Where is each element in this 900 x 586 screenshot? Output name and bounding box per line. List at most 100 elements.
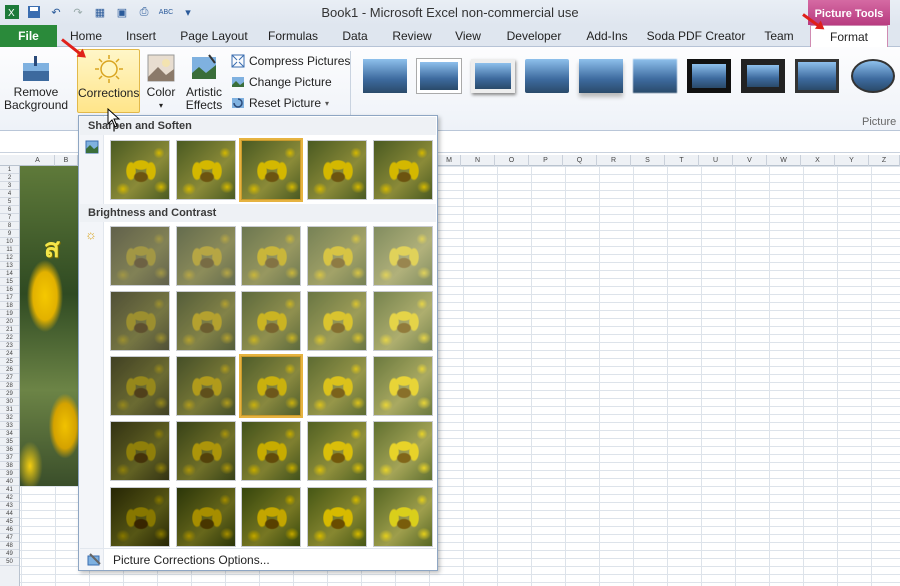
style-white-frame[interactable]: [416, 58, 462, 94]
inserted-picture[interactable]: [20, 166, 78, 486]
brightness-preset-r4c3[interactable]: [241, 421, 301, 481]
row-header[interactable]: 11: [0, 246, 19, 254]
tab-insert[interactable]: Insert: [116, 25, 166, 47]
col-header[interactable]: U: [699, 155, 733, 166]
tab-page-layout[interactable]: Page Layout: [175, 25, 253, 47]
row-header[interactable]: 28: [0, 382, 19, 390]
col-header[interactable]: M: [438, 155, 461, 166]
change-picture-button[interactable]: Change Picture: [231, 73, 332, 91]
row-header[interactable]: 27: [0, 374, 19, 382]
col-header[interactable]: Z: [869, 155, 900, 166]
brightness-preset-r1c1[interactable]: [110, 226, 170, 286]
brightness-preset-r3c5[interactable]: [373, 356, 433, 416]
col-header[interactable]: A: [21, 155, 55, 166]
brightness-preset-r2c1[interactable]: [110, 291, 170, 351]
brightness-preset-r5c5[interactable]: [373, 487, 433, 547]
row-header[interactable]: 26: [0, 366, 19, 374]
row-header[interactable]: 38: [0, 462, 19, 470]
brightness-preset-r1c4[interactable]: [307, 226, 367, 286]
row-header[interactable]: 25: [0, 358, 19, 366]
col-header[interactable]: P: [529, 155, 563, 166]
row-header[interactable]: 15: [0, 278, 19, 286]
row-header[interactable]: 46: [0, 526, 19, 534]
row-header[interactable]: 16: [0, 286, 19, 294]
brightness-preset-r5c2[interactable]: [176, 487, 236, 547]
row-header[interactable]: 41: [0, 486, 19, 494]
tab-view[interactable]: View: [448, 25, 488, 47]
sharpen-preset-1[interactable]: [110, 140, 170, 200]
tab-add-ins[interactable]: Add-Ins: [580, 25, 634, 47]
brightness-preset-r5c3[interactable]: [241, 487, 301, 547]
row-header[interactable]: 48: [0, 542, 19, 550]
row-header[interactable]: 19: [0, 310, 19, 318]
sharpen-preset-4[interactable]: [307, 140, 367, 200]
brightness-preset-r3c3[interactable]: [239, 354, 303, 418]
brightness-preset-r2c5[interactable]: [373, 291, 433, 351]
style-thin-black[interactable]: [795, 59, 839, 93]
row-header[interactable]: 45: [0, 518, 19, 526]
col-header[interactable]: Q: [563, 155, 597, 166]
col-header[interactable]: T: [665, 155, 699, 166]
col-header[interactable]: N: [461, 155, 495, 166]
brightness-preset-r1c5[interactable]: [373, 226, 433, 286]
style-shadow-frame[interactable]: [471, 59, 515, 93]
tab-soda-pdf[interactable]: Soda PDF Creator: [645, 25, 747, 47]
row-header[interactable]: 31: [0, 406, 19, 414]
tab-team[interactable]: Team: [757, 25, 801, 47]
col-header[interactable]: Y: [835, 155, 869, 166]
style-reflected[interactable]: [579, 59, 623, 93]
row-header[interactable]: 50: [0, 558, 19, 566]
tab-formulas[interactable]: Formulas: [262, 25, 324, 47]
brightness-preset-r2c2[interactable]: [176, 291, 236, 351]
brightness-preset-r4c2[interactable]: [176, 421, 236, 481]
style-simple-frame[interactable]: [363, 59, 407, 93]
row-header[interactable]: 13: [0, 262, 19, 270]
brightness-preset-r2c3[interactable]: [241, 291, 301, 351]
row-header[interactable]: 49: [0, 550, 19, 558]
col-header[interactable]: B: [55, 155, 78, 166]
row-header[interactable]: 47: [0, 534, 19, 542]
brightness-preset-r1c2[interactable]: [176, 226, 236, 286]
row-header[interactable]: 34: [0, 430, 19, 438]
tab-developer[interactable]: Developer: [501, 25, 567, 47]
row-header[interactable]: 8: [0, 222, 19, 230]
col-header[interactable]: W: [767, 155, 801, 166]
style-soft-rect[interactable]: [633, 59, 677, 93]
col-header[interactable]: R: [597, 155, 631, 166]
row-header[interactable]: 10: [0, 238, 19, 246]
brightness-preset-r5c4[interactable]: [307, 487, 367, 547]
tab-review[interactable]: Review: [387, 25, 437, 47]
brightness-preset-r3c4[interactable]: [307, 356, 367, 416]
row-header[interactable]: 44: [0, 510, 19, 518]
row-header[interactable]: 24: [0, 350, 19, 358]
row-header[interactable]: 18: [0, 302, 19, 310]
col-header[interactable]: V: [733, 155, 767, 166]
row-header[interactable]: 6: [0, 206, 19, 214]
brightness-preset-r4c1[interactable]: [110, 421, 170, 481]
sharpen-preset-2[interactable]: [176, 140, 236, 200]
style-oval[interactable]: [851, 59, 895, 93]
corrections-button[interactable]: Corrections: [77, 49, 140, 113]
row-header[interactable]: 7: [0, 214, 19, 222]
remove-background-button[interactable]: Remove Background: [4, 53, 68, 112]
row-header[interactable]: 21: [0, 326, 19, 334]
brightness-preset-r4c5[interactable]: [373, 421, 433, 481]
row-header[interactable]: 43: [0, 502, 19, 510]
tab-data[interactable]: Data: [335, 25, 375, 47]
row-header[interactable]: 29: [0, 390, 19, 398]
reset-picture-button[interactable]: Reset Picture ▾: [231, 94, 329, 112]
row-header[interactable]: 23: [0, 342, 19, 350]
row-header[interactable]: 35: [0, 438, 19, 446]
row-header[interactable]: 36: [0, 446, 19, 454]
tab-file[interactable]: File: [0, 25, 57, 47]
row-header[interactable]: 3: [0, 182, 19, 190]
row-header[interactable]: 20: [0, 318, 19, 326]
color-button[interactable]: Color ▾: [143, 53, 179, 112]
row-header[interactable]: 17: [0, 294, 19, 302]
picture-corrections-options[interactable]: Picture Corrections Options...: [79, 550, 437, 570]
row-header[interactable]: 5: [0, 198, 19, 206]
style-thick-matte[interactable]: [741, 59, 785, 93]
row-header[interactable]: 39: [0, 470, 19, 478]
compress-pictures-button[interactable]: Compress Pictures: [231, 52, 350, 70]
row-header[interactable]: 12: [0, 254, 19, 262]
